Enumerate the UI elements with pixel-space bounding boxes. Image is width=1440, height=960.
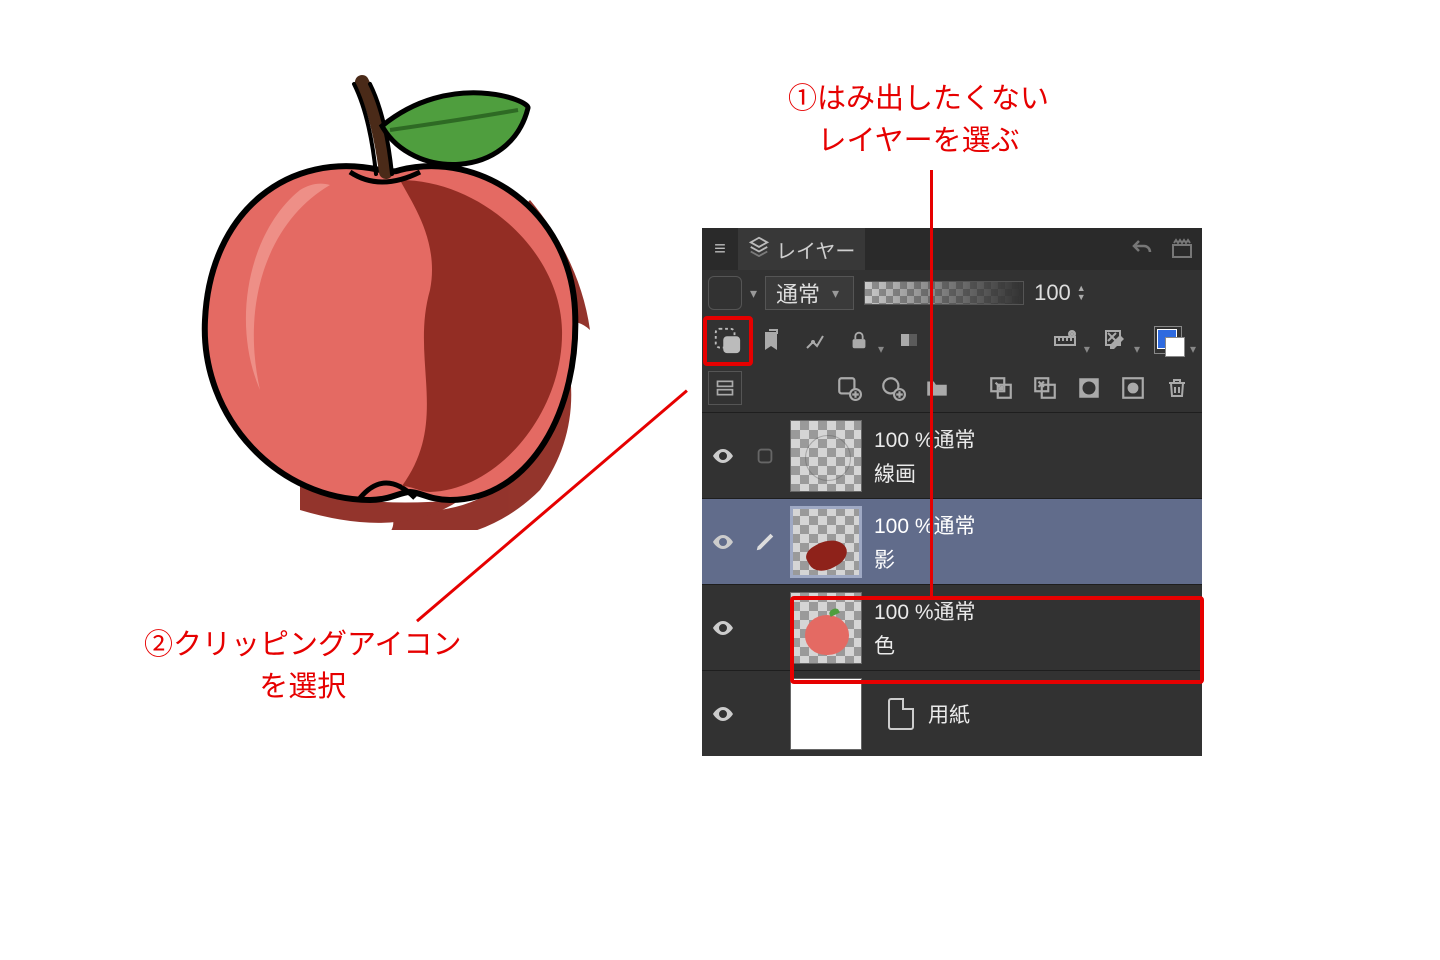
panel-header: ≡ レイヤー	[702, 228, 1202, 270]
layer-opacity-label: 100 %通常	[874, 424, 1202, 454]
layer-color-swatch[interactable]	[708, 276, 742, 310]
layer-name: 色	[874, 630, 1202, 660]
merge-down-button[interactable]	[1026, 369, 1064, 407]
chevron-down-icon[interactable]: ▾	[1084, 324, 1090, 356]
lock-button[interactable]	[840, 321, 878, 359]
paper-icon	[888, 698, 914, 730]
chevron-down-icon[interactable]: ▾	[1134, 324, 1140, 356]
annotation-step2: ②クリッピングアイコン を選択	[144, 624, 462, 708]
visibility-toggle[interactable]	[702, 530, 744, 554]
clipping-mask-button[interactable]	[708, 321, 746, 359]
layer-name: 影	[874, 544, 1202, 574]
undo-icon[interactable]	[1122, 237, 1162, 261]
blend-mode-select[interactable]: 通常 ▾	[765, 276, 854, 310]
layer-opacity-label: 100 %通常	[874, 510, 1202, 540]
layer-thumbnail[interactable]	[790, 506, 862, 578]
blend-opacity-row: ▾ 通常 ▾ 100 ▲▼	[702, 270, 1202, 316]
new-raster-layer-button[interactable]	[830, 369, 868, 407]
delete-layer-button[interactable]	[1158, 369, 1196, 407]
draft-layer-button[interactable]	[796, 321, 834, 359]
transfer-down-button[interactable]	[982, 369, 1020, 407]
annotation-step1: ①はみ出したくない レイヤーを選ぶ	[788, 78, 1049, 162]
chevron-down-icon[interactable]: ▾	[878, 324, 884, 356]
layer-thumbnail[interactable]	[790, 678, 862, 750]
effect-button[interactable]	[1096, 321, 1134, 359]
visibility-toggle[interactable]	[702, 616, 744, 640]
layer-opacity-label: 100 %通常	[874, 596, 1202, 626]
panel-title-text: レイヤー	[776, 235, 855, 264]
new-vector-layer-button[interactable]	[874, 369, 912, 407]
layer-thumbnail[interactable]	[790, 420, 862, 492]
panel-title-tab[interactable]: レイヤー	[738, 228, 865, 270]
layer-tool-row-1: ▾ ▾ ▾ ▾	[702, 316, 1202, 364]
new-folder-button[interactable]	[918, 369, 956, 407]
layer-row-paper[interactable]: 用紙	[702, 670, 1202, 756]
create-mask-button[interactable]	[1070, 369, 1108, 407]
layer-row-shadow[interactable]: 100 %通常 影	[702, 498, 1202, 584]
layer-row-color[interactable]: 100 %通常 色	[702, 584, 1202, 670]
chevron-down-icon[interactable]: ▾	[1190, 324, 1196, 356]
active-layer-indicator	[744, 531, 786, 553]
visibility-toggle[interactable]	[702, 702, 744, 726]
layer-name: 線画	[874, 458, 1202, 488]
layer-panel: ≡ レイヤー ▾ 通常 ▾ 100 ▲▼	[702, 228, 1202, 756]
opacity-value: 100	[1034, 280, 1071, 306]
opacity-slider[interactable]	[864, 281, 1024, 305]
layer-link-slot[interactable]	[744, 445, 786, 467]
layer-row-lineart[interactable]: 100 %通常 線画	[702, 412, 1202, 498]
animation-icon[interactable]	[1162, 237, 1202, 261]
layer-thumbnail[interactable]	[790, 592, 862, 664]
panel-view-toggle[interactable]	[708, 371, 742, 405]
opacity-spinner[interactable]: ▲▼	[1077, 284, 1086, 302]
visibility-toggle[interactable]	[702, 444, 744, 468]
panel-menu-icon[interactable]: ≡	[702, 238, 738, 261]
chevron-down-icon[interactable]: ▾	[746, 285, 761, 302]
apple-illustration	[150, 60, 610, 530]
layer-list: 100 %通常 線画 100 %通常 影	[702, 412, 1202, 756]
blend-mode-value: 通常	[776, 277, 820, 309]
chevron-down-icon: ▾	[828, 285, 843, 302]
reference-layer-button[interactable]	[752, 321, 790, 359]
ruler-button[interactable]	[1046, 321, 1084, 359]
layers-stack-icon	[748, 235, 770, 263]
leader-line-1	[930, 170, 933, 596]
mask-enable-button[interactable]	[890, 321, 928, 359]
layer-color-button[interactable]	[1146, 321, 1190, 359]
layer-name: 用紙	[928, 699, 970, 729]
apply-mask-button[interactable]	[1114, 369, 1152, 407]
layer-tool-row-2	[702, 364, 1202, 412]
